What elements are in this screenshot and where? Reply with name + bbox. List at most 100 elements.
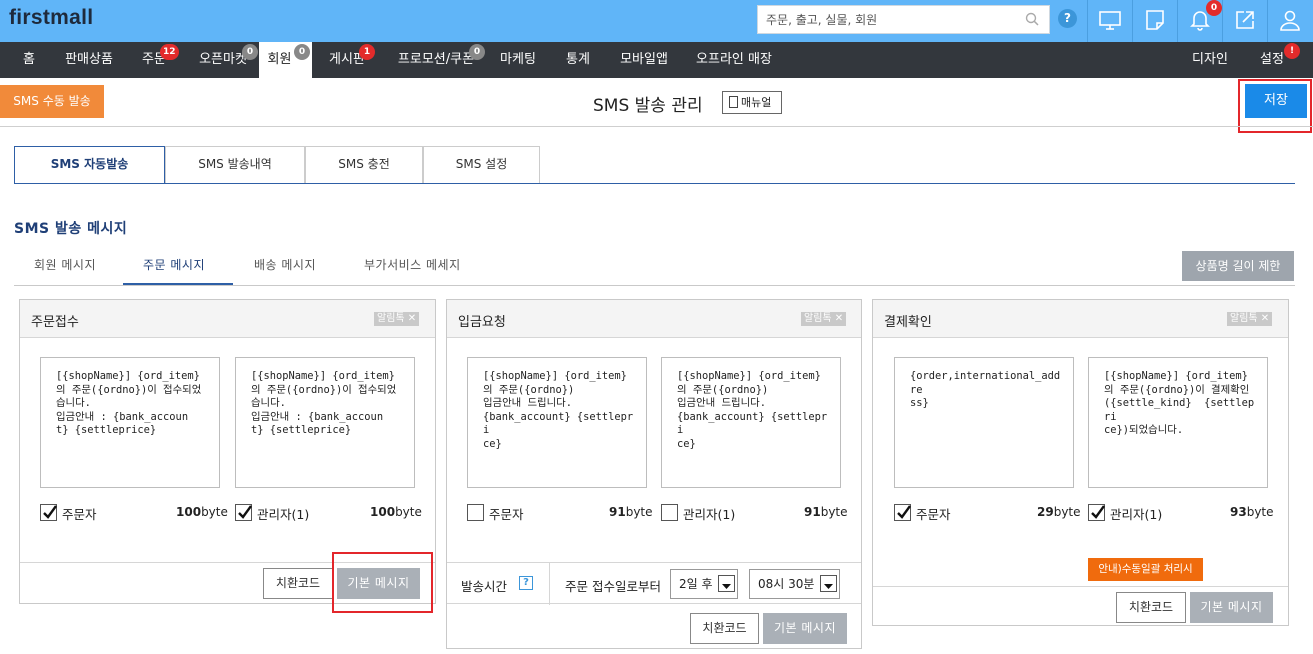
admin-label: 관리자(1) bbox=[257, 507, 310, 522]
admin-message-box[interactable]: [{shopName}] {ord_item} 의 주문({ordno})이 접… bbox=[235, 357, 415, 488]
customer-checkbox[interactable] bbox=[40, 504, 57, 521]
nav-label: 회원 bbox=[267, 52, 292, 67]
customer-message-box[interactable]: [{shopName}] {ord_item} 의 주문({ordno}) 입금… bbox=[467, 357, 647, 488]
section-title: SMS 발송 메시지 bbox=[14, 221, 128, 237]
nav-label: 설정 bbox=[1260, 52, 1284, 67]
default-message-button[interactable]: 기본 메시지 bbox=[1190, 592, 1273, 623]
panel-title: 주문접수 bbox=[31, 315, 79, 330]
external-link-icon bbox=[1236, 11, 1254, 29]
from-order-label: 주문 접수일로부터 bbox=[565, 579, 661, 594]
divider bbox=[549, 563, 550, 605]
customer-bytes: 29byte bbox=[1037, 505, 1081, 519]
nav-label: 오프라인 매장 bbox=[696, 52, 772, 67]
nav-board[interactable]: 게시판 1 bbox=[322, 42, 375, 78]
nav-orders[interactable]: 주문 12 bbox=[134, 42, 179, 78]
customer-message-box[interactable]: {order,international_addre ss} bbox=[894, 357, 1074, 488]
nav-label: 홈 bbox=[23, 52, 35, 67]
tablet-button[interactable] bbox=[1132, 0, 1176, 42]
admin-label: 관리자(1) bbox=[1110, 507, 1163, 522]
alimtalk-tag[interactable]: 알림톡 ✕ bbox=[1227, 312, 1273, 326]
nav-products[interactable]: 판매상품 bbox=[58, 42, 120, 78]
admin-checkbox[interactable] bbox=[661, 504, 678, 521]
customer-checkbox[interactable] bbox=[894, 504, 911, 521]
subtab-service-message[interactable]: 부가서비스 메세지 bbox=[364, 256, 461, 273]
nav-openmarket[interactable]: 오픈마켓 0 bbox=[190, 42, 258, 78]
customer-bytes: 100byte bbox=[176, 505, 228, 519]
notification-button[interactable]: 0 bbox=[1177, 0, 1222, 42]
monitor-button[interactable] bbox=[1087, 0, 1131, 42]
subtab-order-message[interactable]: 주문 메시지 bbox=[143, 256, 205, 273]
byte-count: 29 bbox=[1037, 505, 1054, 519]
nav-promotion[interactable]: 프로모션/쿠폰 0 bbox=[388, 42, 485, 78]
help-icon[interactable]: ? bbox=[519, 576, 533, 590]
search-input[interactable] bbox=[766, 11, 1021, 29]
customer-label: 주문자 bbox=[62, 507, 97, 522]
admin-message-box[interactable]: [{shopName}] {ord_item} 의 주문({ordno})이 결… bbox=[1088, 357, 1268, 488]
nav-stats[interactable]: 통계 bbox=[560, 42, 596, 78]
logo[interactable]: firstmall bbox=[9, 6, 93, 30]
customer-bytes: 91byte bbox=[609, 505, 653, 519]
panel-payment-confirm: 결제확인 알림톡 ✕ {order,international_addre ss… bbox=[872, 299, 1289, 626]
admin-checkbox[interactable] bbox=[235, 504, 252, 521]
nav-settings[interactable]: 설정! bbox=[1253, 42, 1300, 78]
nav-badge: 12 bbox=[160, 44, 179, 60]
nav-offline-store[interactable]: 오프라인 매장 bbox=[692, 42, 776, 78]
nav-design[interactable]: 디자인 bbox=[1185, 42, 1235, 78]
nav-marketing[interactable]: 마케팅 bbox=[494, 42, 542, 78]
highlight-box bbox=[332, 552, 433, 613]
panel-title: 결제확인 bbox=[884, 315, 932, 330]
replace-code-button[interactable]: 치환코드 bbox=[263, 568, 333, 599]
check-icon bbox=[897, 505, 911, 519]
help-icon[interactable]: ? bbox=[1058, 9, 1077, 28]
search-icon[interactable] bbox=[1025, 12, 1039, 26]
search-box[interactable] bbox=[757, 5, 1050, 34]
user-button[interactable] bbox=[1267, 0, 1313, 42]
panel-header: 결제확인 알림톡 ✕ bbox=[873, 300, 1288, 338]
external-link-button[interactable] bbox=[1222, 0, 1266, 42]
time-value: 08시 30분 bbox=[758, 577, 815, 591]
byte-unit: byte bbox=[625, 505, 653, 519]
days-select[interactable]: 2일 후 bbox=[670, 569, 738, 599]
time-select[interactable]: 08시 30분 bbox=[749, 569, 840, 599]
replace-code-button[interactable]: 치환코드 bbox=[690, 613, 759, 644]
dropdown-icon bbox=[820, 575, 837, 592]
admin-message-box[interactable]: [{shopName}] {ord_item} 의 주문({ordno}) 입금… bbox=[661, 357, 841, 488]
nav-label: 통계 bbox=[566, 52, 590, 67]
nav-badge: 0 bbox=[242, 44, 258, 60]
top-bar: firstmall ? 0 bbox=[0, 0, 1313, 42]
byte-count: 91 bbox=[609, 505, 626, 519]
nav-label: 모바일앱 bbox=[620, 52, 668, 67]
nav-home[interactable]: 홈 bbox=[15, 42, 43, 78]
nav-mobile-app[interactable]: 모바일앱 bbox=[614, 42, 674, 78]
panel-title: 입금요청 bbox=[458, 315, 506, 330]
customer-message-box[interactable]: [{shopName}] {ord_item} 의 주문({ordno})이 접… bbox=[40, 357, 220, 488]
divider bbox=[0, 126, 1313, 127]
tab-sms-charge[interactable]: SMS 충전 bbox=[305, 146, 423, 183]
nav-badge: ! bbox=[1284, 43, 1300, 59]
customer-checkbox[interactable] bbox=[467, 504, 484, 521]
replace-code-button[interactable]: 치환코드 bbox=[1116, 592, 1186, 623]
nav-badge: 0 bbox=[469, 44, 485, 60]
tab-sms-auto[interactable]: SMS 자동발송 bbox=[14, 146, 165, 184]
manual-batch-info-button[interactable]: 안내)수동일괄 처리시 bbox=[1088, 558, 1203, 581]
sms-manual-send-button[interactable]: SMS 수동 발송 bbox=[0, 85, 104, 118]
tab-sms-settings[interactable]: SMS 설정 bbox=[423, 146, 540, 183]
user-icon bbox=[1280, 10, 1300, 31]
nav-members[interactable]: 회원 0 bbox=[259, 42, 312, 78]
panel-footer-line bbox=[873, 586, 1288, 587]
byte-count: 100 bbox=[176, 505, 202, 519]
byte-count: 100 bbox=[370, 505, 396, 519]
alimtalk-tag[interactable]: 알림톡 ✕ bbox=[374, 312, 420, 326]
alimtalk-tag[interactable]: 알림톡 ✕ bbox=[801, 312, 847, 326]
product-name-limit-button[interactable]: 상품명 길이 제한 bbox=[1182, 251, 1294, 281]
subtab-member-message[interactable]: 회원 메시지 bbox=[34, 256, 96, 273]
nav-badge: 0 bbox=[294, 44, 310, 60]
subtab-underline bbox=[14, 285, 1295, 286]
admin-checkbox[interactable] bbox=[1088, 504, 1105, 521]
check-icon bbox=[238, 505, 252, 519]
subtab-delivery-message[interactable]: 배송 메시지 bbox=[254, 256, 316, 273]
tab-sms-history[interactable]: SMS 발송내역 bbox=[165, 146, 305, 183]
manual-button[interactable]: 매뉴얼 bbox=[722, 91, 782, 114]
default-message-button[interactable]: 기본 메시지 bbox=[763, 613, 847, 644]
send-time-label: 발송시간 bbox=[461, 579, 508, 594]
